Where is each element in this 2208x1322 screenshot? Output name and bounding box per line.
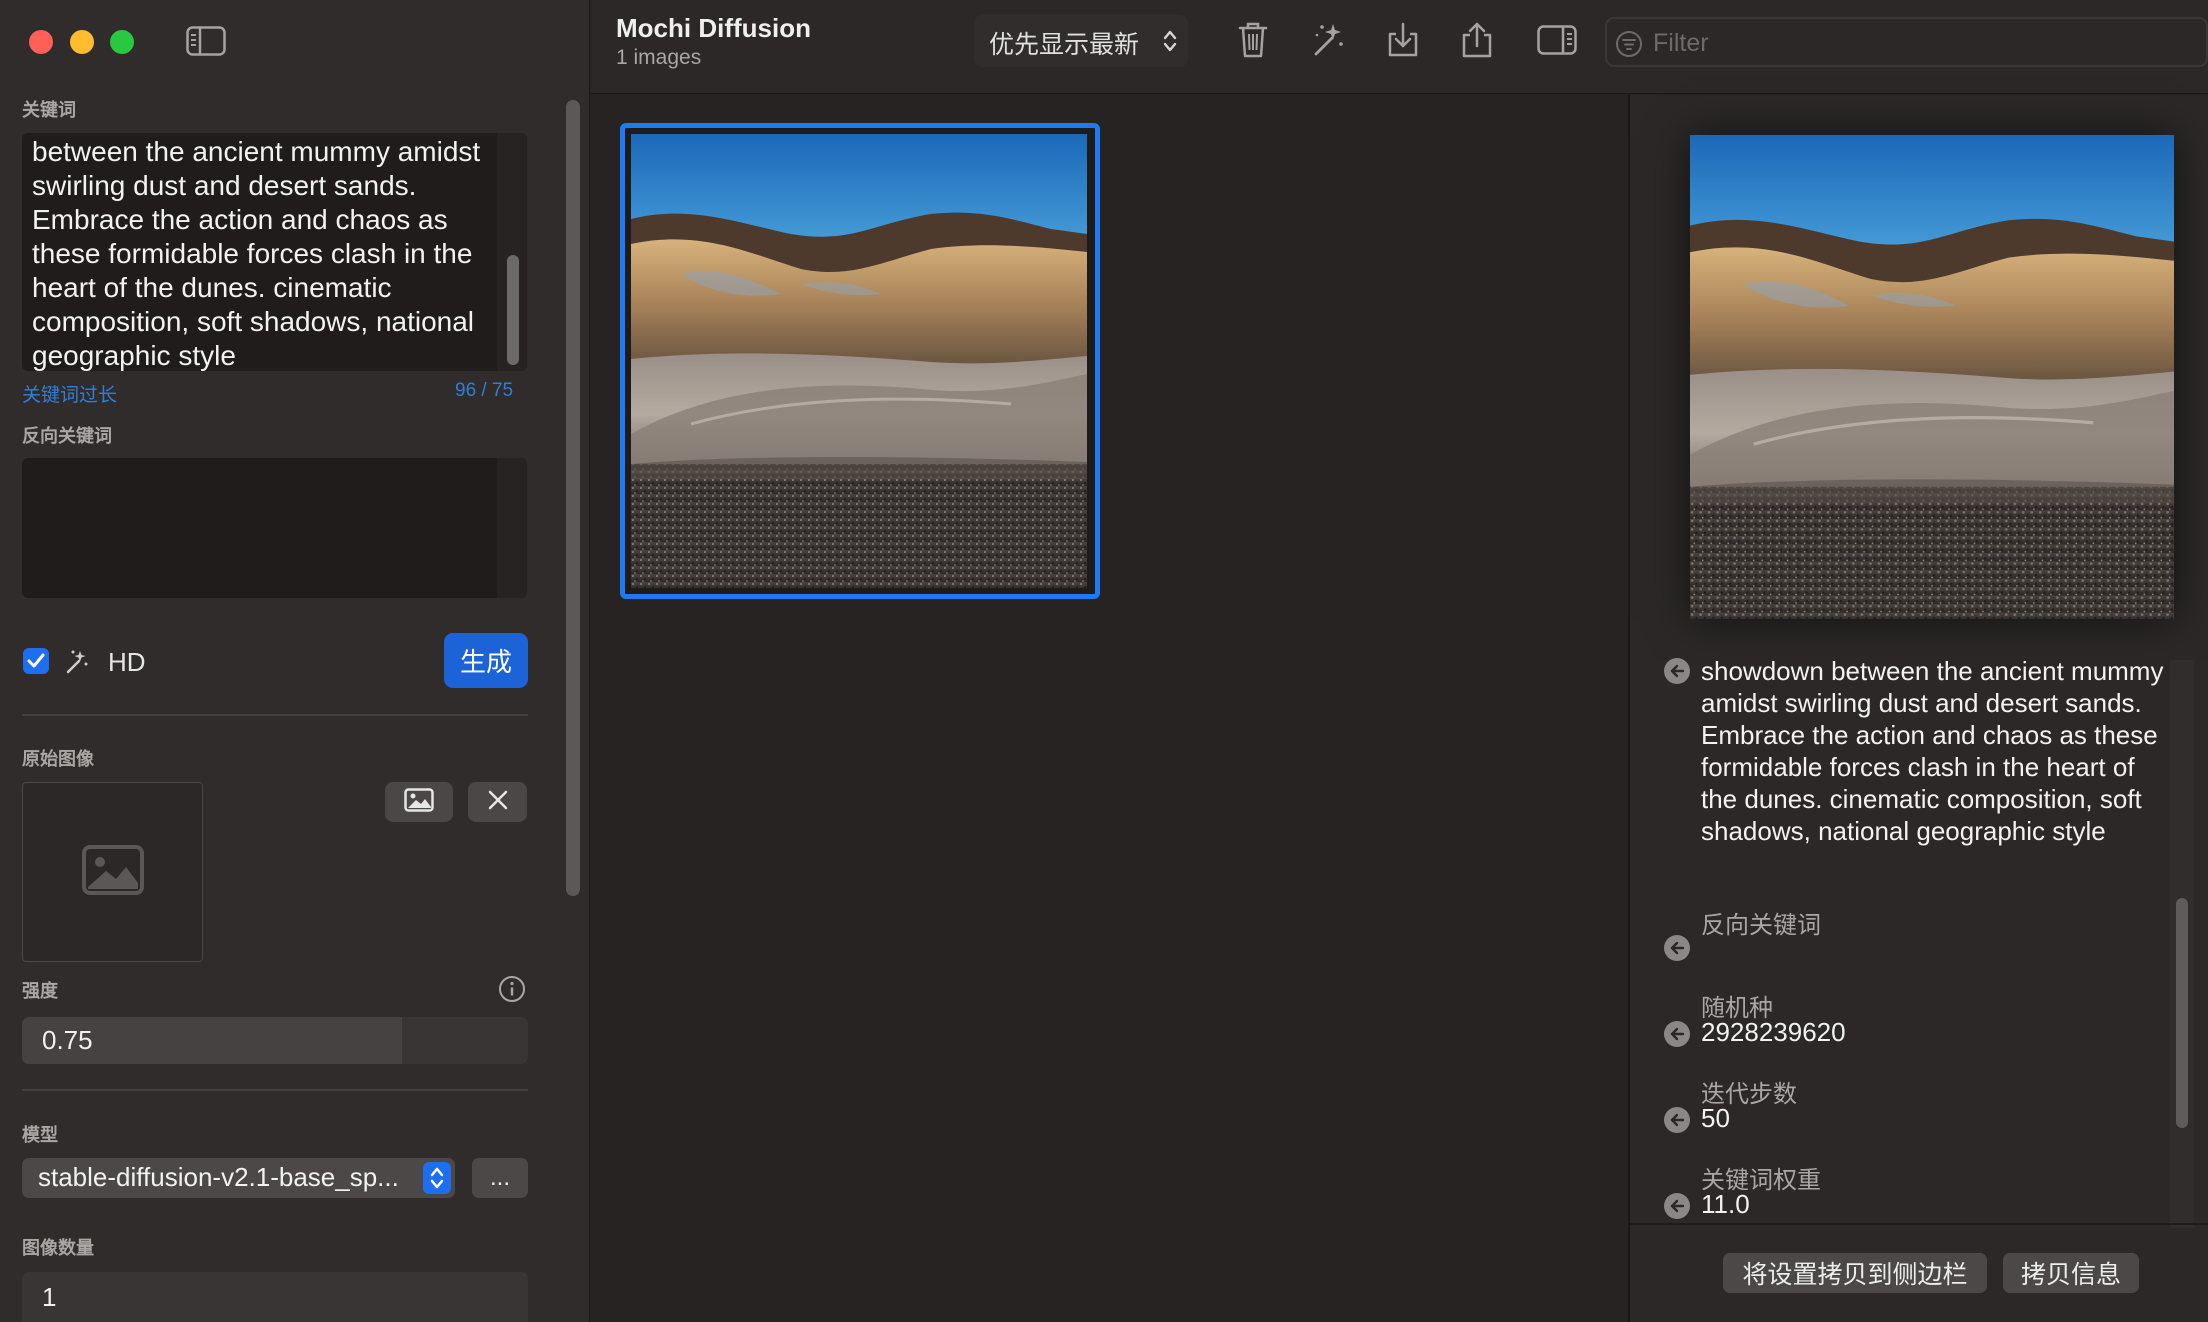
- zoom-window-button[interactable]: [110, 30, 134, 54]
- image-count-value: 1: [42, 1282, 57, 1312]
- chevron-updown-icon: [423, 1162, 451, 1194]
- wand-sparkle-icon[interactable]: [1308, 18, 1348, 62]
- clear-image-button[interactable]: [468, 782, 527, 822]
- image-count-field[interactable]: 1: [22, 1272, 528, 1322]
- chevron-updown-icon: [1163, 30, 1177, 52]
- image-grid: [591, 95, 1628, 1322]
- filter-search-field[interactable]: Filter: [1605, 17, 2208, 67]
- sidebar-toggle-icon[interactable]: [186, 26, 226, 56]
- negative-prompt-scroll-track: [497, 458, 527, 598]
- hd-label: HD: [108, 647, 146, 677]
- model-label: 模型: [22, 1125, 58, 1145]
- close-icon: [487, 789, 509, 816]
- inspector-footer: 将设置拷贝到侧边栏 拷贝信息: [1630, 1223, 2208, 1322]
- strength-label: 强度: [22, 981, 58, 1001]
- inspector-scrollbar[interactable]: [2176, 898, 2188, 1128]
- inspector-steps-value: 50: [1701, 1103, 1730, 1133]
- desert-image: [1690, 135, 2174, 619]
- divider: [22, 1089, 528, 1091]
- prompt-token-count: 96 / 75: [455, 380, 514, 401]
- filter-icon: [1615, 30, 1643, 63]
- source-image-well[interactable]: [22, 782, 203, 962]
- prompt-too-long-warning: 关键词过长: [22, 385, 118, 406]
- inspector-prompt-text: showdown between the ancient mummy amids…: [1701, 656, 2164, 846]
- arrow-left-icon[interactable]: [1664, 1107, 1690, 1133]
- hd-checkbox[interactable]: [23, 648, 49, 674]
- inspector-seed-value: 2928239620: [1701, 1017, 1846, 1047]
- image-count-subtitle: 1 images: [616, 46, 702, 69]
- prompt-textarea[interactable]: between the ancient mummy amidst swirlin…: [22, 133, 527, 371]
- negative-prompt-label: 反向关键词: [22, 426, 112, 446]
- strength-value: 0.75: [42, 1025, 93, 1055]
- prompt-scrollbar[interactable]: [507, 255, 519, 365]
- sidebar: 关键词 between the ancient mummy amidst swi…: [0, 0, 590, 1322]
- trash-icon[interactable]: [1233, 18, 1273, 62]
- magic-wand-icon: [62, 648, 90, 676]
- inspector-guidance-value: 11.0: [1701, 1189, 1750, 1219]
- inspector-panel: showdown between the ancient mummy amids…: [1628, 95, 2208, 1322]
- model-value: stable-diffusion-v2.1-base_sp...: [38, 1162, 399, 1192]
- toolbar: Mochi Diffusion 1 images 优先显示最新 Filter: [591, 0, 2208, 94]
- strength-slider[interactable]: 0.75: [22, 1017, 528, 1064]
- image-thumbnail-selected[interactable]: [620, 123, 1100, 599]
- divider: [22, 714, 528, 716]
- close-window-button[interactable]: [29, 30, 53, 54]
- download-icon[interactable]: [1383, 18, 1423, 62]
- inspector-negative-prompt-label: 反向关键词: [1701, 912, 1821, 939]
- arrow-left-icon[interactable]: [1664, 658, 1690, 684]
- arrow-left-icon[interactable]: [1664, 1021, 1690, 1047]
- filter-placeholder: Filter: [1653, 29, 1709, 57]
- info-icon[interactable]: [498, 975, 526, 1003]
- arrow-left-icon[interactable]: [1664, 1193, 1690, 1219]
- prompt-label: 关键词: [22, 100, 76, 120]
- copy-settings-to-sidebar-button[interactable]: 将设置拷贝到侧边栏: [1723, 1253, 1987, 1293]
- inspector-toggle-icon[interactable]: [1535, 18, 1579, 62]
- generate-button[interactable]: 生成: [444, 633, 528, 688]
- copy-info-button[interactable]: 拷贝信息: [2003, 1253, 2139, 1293]
- minimize-window-button[interactable]: [70, 30, 94, 54]
- sort-order-label: 优先显示最新: [989, 31, 1140, 59]
- desert-image: [631, 134, 1087, 588]
- sidebar-scrollbar[interactable]: [566, 100, 580, 896]
- inspector-image-preview: [1690, 135, 2174, 619]
- source-image-label: 原始图像: [22, 749, 94, 769]
- model-more-button[interactable]: ...: [472, 1158, 528, 1198]
- image-icon: [404, 787, 434, 817]
- choose-image-button[interactable]: [385, 782, 453, 822]
- arrow-left-icon[interactable]: [1664, 935, 1690, 961]
- image-placeholder-icon: [81, 844, 144, 900]
- negative-prompt-textarea[interactable]: [22, 458, 527, 598]
- prompt-text[interactable]: between the ancient mummy amidst swirlin…: [32, 135, 512, 371]
- model-select[interactable]: stable-diffusion-v2.1-base_sp...: [22, 1158, 455, 1198]
- app-title: Mochi Diffusion: [616, 13, 811, 43]
- image-count-label: 图像数量: [22, 1238, 94, 1258]
- share-icon[interactable]: [1457, 18, 1497, 62]
- sort-order-popup[interactable]: 优先显示最新: [974, 15, 1188, 67]
